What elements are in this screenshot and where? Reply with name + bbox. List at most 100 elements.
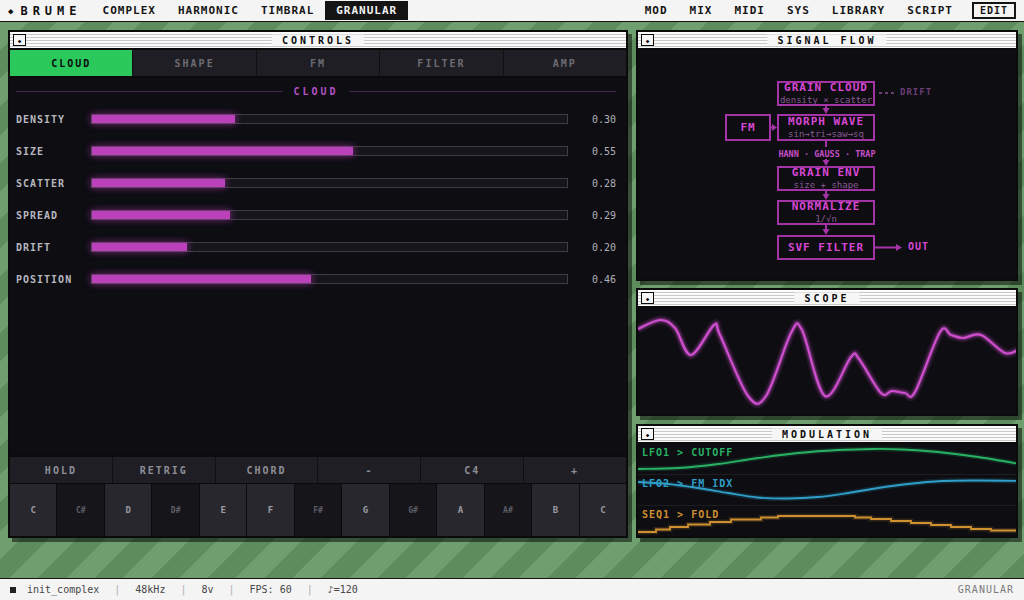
slider-label: DENSITY bbox=[16, 114, 91, 125]
kb-button-+[interactable]: + bbox=[524, 457, 626, 483]
tab-filter[interactable]: FILTER bbox=[380, 50, 503, 76]
slider-row-spread: SPREAD 0.29 bbox=[16, 199, 616, 231]
controls-tabs: CLOUDSHAPEFMFILTERAMP bbox=[10, 50, 626, 78]
modulation-title: MODULATION bbox=[772, 429, 882, 440]
slider-track[interactable] bbox=[91, 274, 568, 284]
tab-amp[interactable]: AMP bbox=[504, 50, 626, 76]
piano-key-a#[interactable]: A# bbox=[485, 484, 532, 536]
kb-button-chord[interactable]: CHORD bbox=[216, 457, 319, 483]
mod-lane-2: LFO2 > FM IDX bbox=[638, 475, 1016, 506]
tab-cloud[interactable]: CLOUD bbox=[10, 50, 133, 76]
piano-key-f#[interactable]: F# bbox=[295, 484, 342, 536]
scope-waveform bbox=[638, 308, 1016, 414]
status-item: 8v bbox=[201, 584, 213, 595]
menu-item-midi[interactable]: MIDI bbox=[723, 1, 776, 20]
kb-button-retrig[interactable]: RETRIG bbox=[113, 457, 216, 483]
panel-corner-icon[interactable]: ◆ bbox=[13, 34, 26, 46]
mod-lane-label: LFO2 > FM IDX bbox=[642, 478, 733, 489]
section-rule-right bbox=[349, 91, 616, 92]
slider-value: 0.29 bbox=[578, 210, 616, 221]
menu-item-sys[interactable]: SYS bbox=[776, 1, 821, 20]
kb-button-c4[interactable]: C4 bbox=[421, 457, 524, 483]
scope-trace bbox=[638, 308, 1016, 414]
status-square-icon bbox=[10, 587, 16, 593]
section-header: CLOUD bbox=[16, 86, 616, 96]
menu-item-harmonic[interactable]: HARMONIC bbox=[167, 1, 250, 20]
menu-item-timbral[interactable]: TIMBRAL bbox=[250, 1, 325, 20]
slider-row-drift: DRIFT0.20 bbox=[16, 231, 616, 263]
workspace-background: ◆ CONTROLS CLOUDSHAPEFMFILTERAMP CLOUD D… bbox=[0, 22, 1024, 578]
tab-fm[interactable]: FM bbox=[257, 50, 380, 76]
piano-key-d#[interactable]: D# bbox=[152, 484, 199, 536]
slider-label: SCATTER bbox=[16, 178, 91, 189]
status-separator: | bbox=[307, 584, 313, 595]
mod-lane-label: SEQ1 > FOLD bbox=[642, 509, 719, 520]
piano-key-b[interactable]: B bbox=[532, 484, 579, 536]
slider-row-scatter: SCATTER 0.28 bbox=[16, 167, 616, 199]
slider-fill bbox=[92, 243, 187, 251]
slider-track[interactable] bbox=[91, 242, 568, 252]
controls-panel-header: ◆ CONTROLS bbox=[10, 32, 626, 50]
edit-button[interactable]: EDIT bbox=[972, 2, 1016, 19]
page-menu: MODMIXMIDISYSLIBRARYSCRIPT bbox=[634, 1, 964, 20]
controls-panel-title: CONTROLS bbox=[272, 35, 364, 46]
menu-item-granular[interactable]: GRANULAR bbox=[325, 1, 408, 20]
piano-key-f[interactable]: F bbox=[247, 484, 294, 536]
menu-item-complex[interactable]: COMPLEX bbox=[92, 1, 167, 20]
menu-item-script[interactable]: SCRIPT bbox=[896, 1, 964, 20]
status-item: ♪=120 bbox=[328, 584, 358, 595]
piano-key-c[interactable]: C bbox=[580, 484, 626, 536]
scope-header: ◆ SCOPE bbox=[638, 290, 1016, 308]
status-mode: GRANULAR bbox=[958, 584, 1014, 595]
piano-keyboard: CC#DD#EFF#GG#AA#BC bbox=[10, 483, 626, 536]
slider-label: SPREAD bbox=[16, 210, 91, 221]
piano-key-c#[interactable]: C# bbox=[57, 484, 104, 536]
slider-value: 0.46 bbox=[578, 274, 616, 285]
slider-row-size: SIZE0.55 bbox=[16, 135, 616, 167]
scope-title: SCOPE bbox=[794, 293, 859, 304]
menu-item-mod[interactable]: MOD bbox=[634, 1, 679, 20]
controls-panel: ◆ CONTROLS CLOUDSHAPEFMFILTERAMP CLOUD D… bbox=[8, 30, 628, 538]
status-separator: | bbox=[114, 584, 120, 595]
status-item: 48kHz bbox=[135, 584, 165, 595]
mod-lane-3: SEQ1 > FOLD bbox=[638, 506, 1016, 536]
menu-item-mix[interactable]: MIX bbox=[679, 1, 724, 20]
piano-key-c[interactable]: C bbox=[10, 484, 57, 536]
signal-flow-diagram: GRAIN CLOUDdensity × scatterFMMORPH WAVE… bbox=[638, 50, 1016, 279]
tab-shape[interactable]: SHAPE bbox=[133, 50, 256, 76]
kb-button-hold[interactable]: HOLD bbox=[10, 457, 113, 483]
brand-diamond-icon: ◆ bbox=[8, 6, 13, 16]
mod-lane-1: LFO1 > CUTOFF bbox=[638, 444, 1016, 475]
slider-value: 0.30 bbox=[578, 114, 616, 125]
slider-track[interactable] bbox=[91, 210, 568, 220]
slider-label: POSITION bbox=[16, 274, 91, 285]
slider-value: 0.28 bbox=[578, 178, 616, 189]
modulation-header: ◆ MODULATION bbox=[638, 426, 1016, 444]
piano-key-g#[interactable]: G# bbox=[390, 484, 437, 536]
slider-fill bbox=[92, 179, 225, 187]
piano-key-d[interactable]: D bbox=[105, 484, 152, 536]
modulation-lanes: LFO1 > CUTOFF LFO2 > FM IDX SEQ1 > FOLD bbox=[638, 444, 1016, 536]
status-left: init_complex|48kHz|8v|FPS: 60|♪=120 bbox=[10, 584, 358, 595]
section-rule-left bbox=[16, 91, 283, 92]
panel-corner-icon[interactable]: ◆ bbox=[641, 34, 654, 46]
modulation-panel: ◆ MODULATION LFO1 > CUTOFF LFO2 > FM IDX… bbox=[636, 424, 1018, 538]
menu-item-library[interactable]: LIBRARY bbox=[821, 1, 896, 20]
slider-fill bbox=[92, 275, 311, 283]
brand-name: BRUME bbox=[20, 4, 81, 18]
scope-panel: ◆ SCOPE bbox=[636, 288, 1018, 416]
kb-button--[interactable]: - bbox=[318, 457, 421, 483]
slider-row-density: DENSITY 0.30 bbox=[16, 103, 616, 135]
status-item: FPS: 60 bbox=[250, 584, 292, 595]
mod-lane-label: LFO1 > CUTOFF bbox=[642, 447, 733, 458]
slider-track[interactable] bbox=[91, 114, 568, 124]
status-bar: init_complex|48kHz|8v|FPS: 60|♪=120 GRAN… bbox=[0, 578, 1024, 600]
piano-key-e[interactable]: E bbox=[200, 484, 247, 536]
signal-flow-panel: ◆ SIGNAL FLOW GRAIN CLOUDdensity × scatt… bbox=[636, 30, 1018, 281]
piano-key-a[interactable]: A bbox=[437, 484, 484, 536]
panel-corner-icon[interactable]: ◆ bbox=[641, 292, 654, 304]
piano-key-g[interactable]: G bbox=[342, 484, 389, 536]
slider-track[interactable] bbox=[91, 178, 568, 188]
slider-track[interactable] bbox=[91, 146, 568, 156]
panel-corner-icon[interactable]: ◆ bbox=[641, 428, 654, 440]
